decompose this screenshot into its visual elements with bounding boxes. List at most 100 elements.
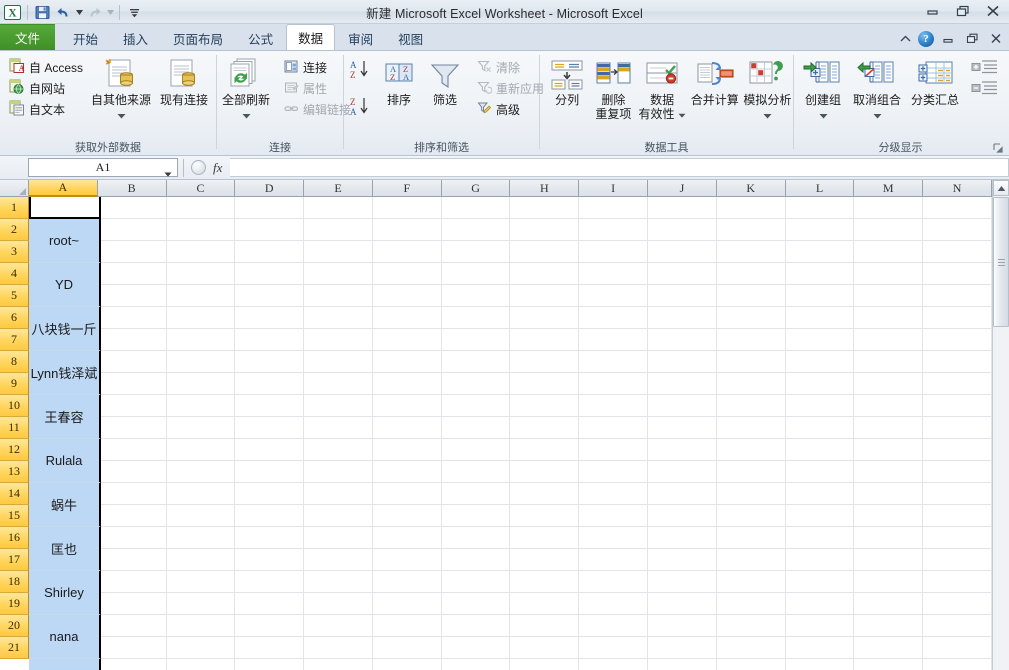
grid-cell[interactable] [579, 307, 649, 329]
column-header-B[interactable]: B [97, 180, 167, 197]
table-row[interactable] [29, 241, 992, 263]
grid-cell[interactable] [235, 197, 305, 219]
grid-cell[interactable] [97, 461, 167, 483]
grid-cell[interactable] [579, 483, 649, 505]
grid-cell[interactable] [854, 395, 924, 417]
grid-cell[interactable] [716, 197, 786, 219]
grid-cell[interactable] [716, 285, 786, 307]
tab-review[interactable]: 审阅 [336, 26, 385, 50]
grid-cell[interactable] [510, 571, 580, 593]
grid-cell[interactable] [441, 571, 511, 593]
grid-cell[interactable] [923, 505, 992, 527]
hide-detail-button[interactable] [968, 79, 1000, 100]
grid-cell[interactable] [372, 615, 442, 637]
grid-cell[interactable] [648, 637, 717, 659]
grid-cell[interactable] [441, 527, 511, 549]
grid-cell[interactable] [235, 659, 305, 670]
grid-cell[interactable] [97, 637, 167, 659]
grid-cell[interactable] [923, 461, 992, 483]
grid-cell[interactable] [167, 659, 236, 670]
grid-cell[interactable] [579, 241, 649, 263]
grid-cell[interactable] [235, 439, 305, 461]
grid-cell[interactable] [923, 571, 992, 593]
grid-cell[interactable] [785, 637, 855, 659]
doc-close-icon[interactable] [986, 31, 1006, 47]
grid-cell[interactable] [372, 417, 442, 439]
grid-cell[interactable] [510, 505, 580, 527]
grid-cell[interactable] [854, 241, 924, 263]
table-row[interactable] [29, 417, 992, 439]
grid-cell[interactable] [579, 549, 649, 571]
grid-cell[interactable] [923, 241, 992, 263]
grid-cell[interactable] [854, 329, 924, 351]
grid-cell[interactable] [923, 549, 992, 571]
grid-cell[interactable] [716, 615, 786, 637]
grid-cell[interactable] [98, 659, 167, 670]
grid-cell[interactable] [166, 329, 236, 351]
row-headers[interactable]: 1 2 3 4 5 6 7 8 9 10 11 12 13 14 15 16 1… [0, 197, 29, 659]
grid-cell[interactable] [304, 439, 373, 461]
grid-cell[interactable] [304, 307, 373, 329]
grid-cell[interactable] [854, 615, 924, 637]
grid-cell[interactable] [854, 505, 924, 527]
grid-cell[interactable] [923, 483, 992, 505]
grid-cell[interactable] [166, 219, 236, 241]
grid-cell[interactable] [235, 549, 305, 571]
ungroup-caret-icon[interactable] [873, 108, 882, 119]
existing-connections-button[interactable]: 现有连接 [154, 55, 214, 108]
row-header-4[interactable]: 4 [0, 263, 29, 285]
row-header-15[interactable]: 15 [0, 505, 29, 527]
grid-cell[interactable] [166, 395, 236, 417]
grid-cell[interactable] [304, 615, 373, 637]
insert-function-icon[interactable]: fx [213, 160, 222, 176]
grid-cell[interactable] [648, 527, 717, 549]
grid-cell[interactable] [372, 527, 442, 549]
table-row[interactable] [29, 197, 992, 219]
grid-cell[interactable] [372, 439, 442, 461]
grid-cell[interactable] [372, 637, 442, 659]
grid-cell[interactable] [97, 329, 167, 351]
grid-cell[interactable] [97, 505, 167, 527]
filter-button[interactable]: 筛选 [422, 55, 468, 108]
grid-cell[interactable] [441, 549, 511, 571]
scroll-up-icon[interactable] [993, 180, 1009, 196]
column-header-H[interactable]: H [510, 180, 580, 197]
row-header-19[interactable]: 19 [0, 593, 29, 615]
grid-cell[interactable] [441, 417, 511, 439]
table-row[interactable] [29, 527, 992, 549]
row-header-21[interactable]: 21 [0, 637, 29, 659]
grid-cell[interactable] [923, 329, 992, 351]
doc-restore-icon[interactable] [962, 31, 982, 47]
cell-A8[interactable]: Lynn钱泽斌 [29, 351, 101, 395]
column-header-F[interactable]: F [372, 180, 442, 197]
column-header-N[interactable]: N [923, 180, 992, 197]
column-header-I[interactable]: I [579, 180, 649, 197]
tab-file[interactable]: 文件 [0, 24, 56, 50]
grid-cell[interactable] [235, 593, 305, 615]
grid-cell[interactable] [579, 571, 649, 593]
grid-cell[interactable] [97, 241, 167, 263]
grid-cell[interactable] [304, 285, 373, 307]
grid-cell[interactable] [235, 351, 305, 373]
row-header-7[interactable]: 7 [0, 329, 29, 351]
grid-cell[interactable] [923, 615, 992, 637]
help-icon[interactable]: ? [918, 30, 934, 47]
grid-cell[interactable] [785, 417, 855, 439]
grid-cell[interactable] [785, 571, 855, 593]
grid-cell[interactable] [441, 329, 511, 351]
grid-cell[interactable] [441, 461, 511, 483]
grid-cell[interactable] [579, 593, 649, 615]
grid-cell[interactable] [716, 505, 786, 527]
table-row[interactable] [29, 373, 992, 395]
tab-view[interactable]: 视图 [386, 26, 435, 50]
what-if-analysis-caret-icon[interactable] [763, 108, 772, 119]
grid-cell[interactable] [785, 285, 855, 307]
column-header-J[interactable]: J [648, 180, 717, 197]
grid-cell[interactable] [97, 307, 167, 329]
grid-cell[interactable] [235, 483, 305, 505]
row-header-12[interactable]: 12 [0, 439, 29, 461]
grid-cell[interactable] [441, 439, 511, 461]
grid-cell[interactable] [372, 461, 442, 483]
grid-cell[interactable] [785, 351, 855, 373]
grid-cell[interactable] [235, 263, 305, 285]
